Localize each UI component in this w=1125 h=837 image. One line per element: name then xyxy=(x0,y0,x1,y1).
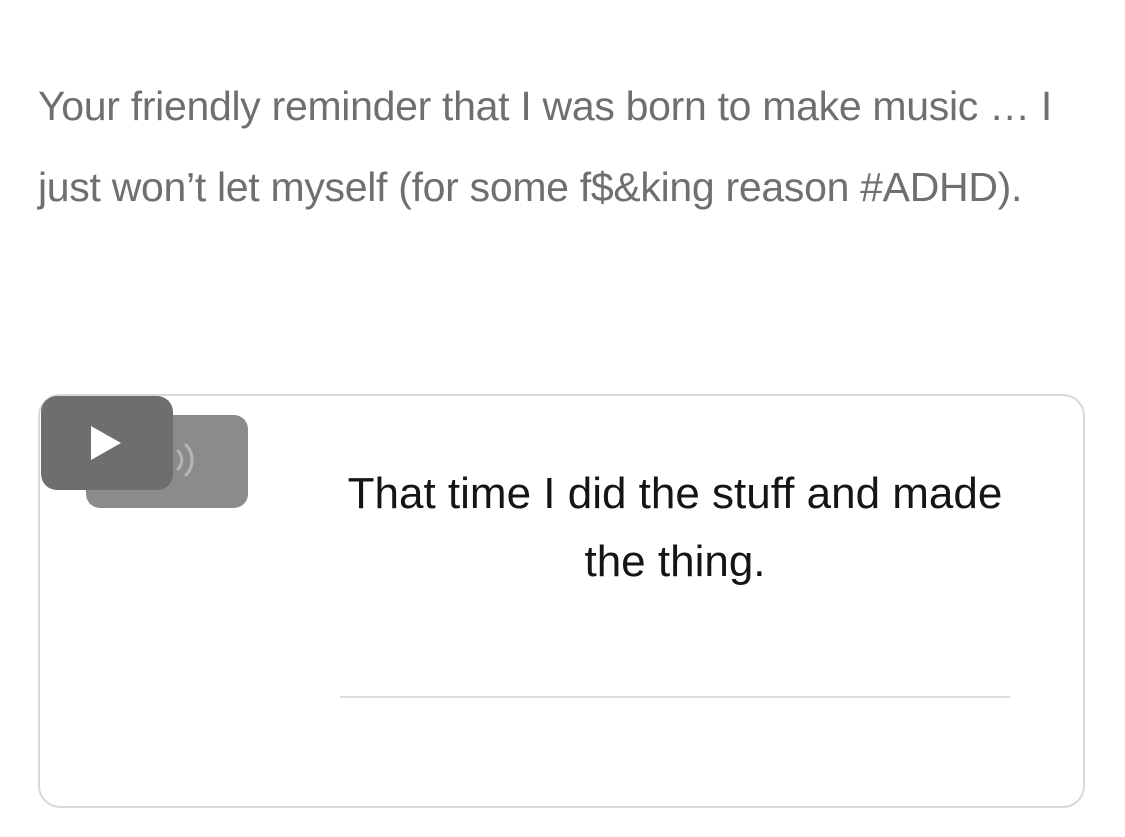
speaker-waves-icon xyxy=(176,443,194,477)
intro-text: Your friendly reminder that I was born t… xyxy=(38,83,1052,210)
play-button[interactable] xyxy=(41,396,173,490)
play-icon xyxy=(91,426,121,460)
title-divider xyxy=(340,696,1010,698)
track-title: That time I did the stuff and made the t… xyxy=(347,469,1003,586)
